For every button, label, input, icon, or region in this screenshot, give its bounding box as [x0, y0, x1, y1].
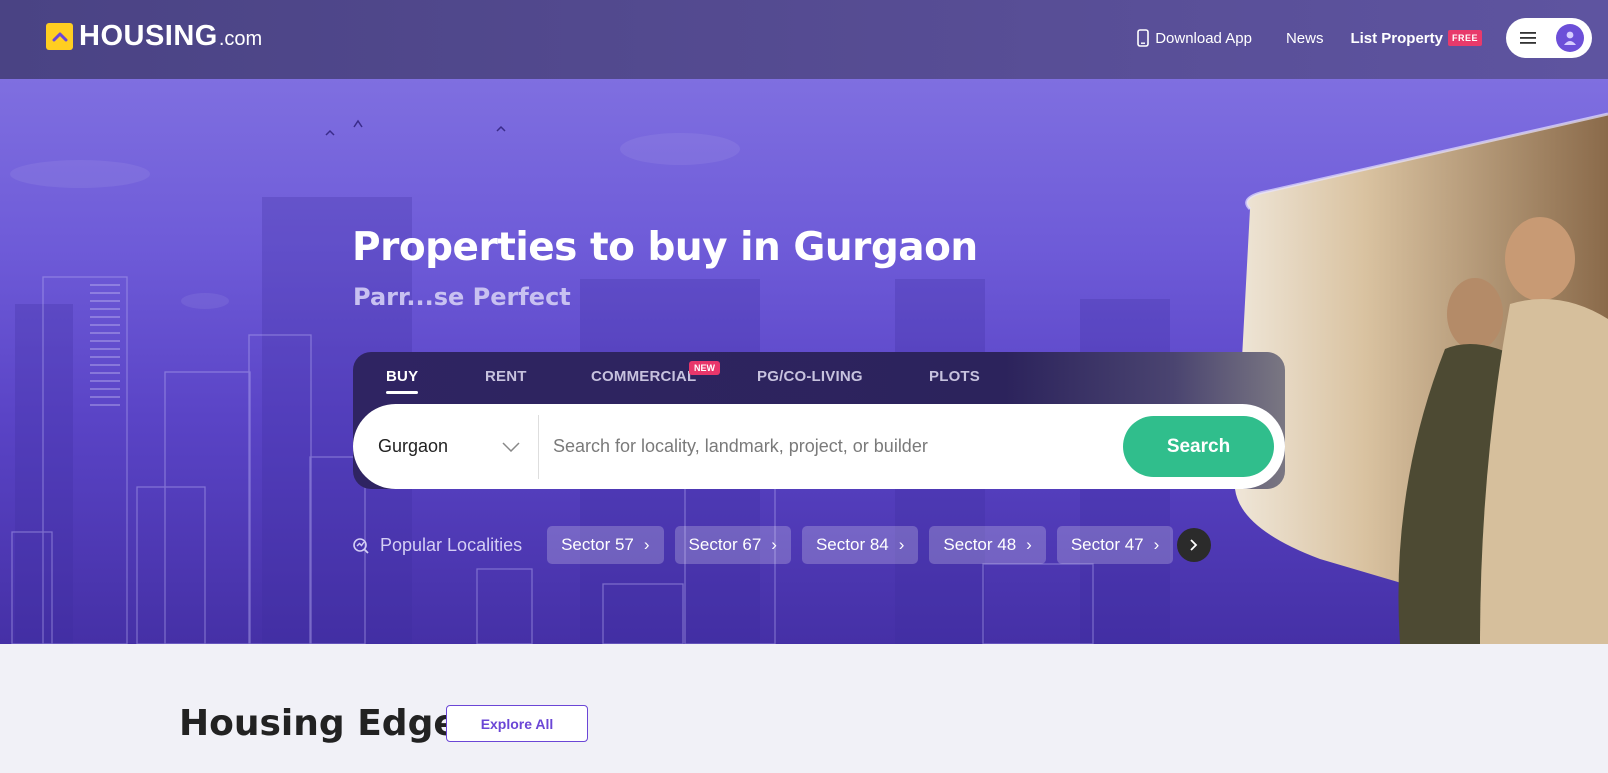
chevron-down-icon: [502, 441, 520, 452]
user-menu-button[interactable]: [1506, 18, 1592, 58]
search-input[interactable]: [539, 416, 1123, 477]
property-type-tabs: BUY RENT COMMERCIAL NEW PG/CO-LIVING PLO…: [353, 352, 1285, 404]
locality-chip[interactable]: Sector 84 ›: [801, 526, 919, 564]
tab-plots[interactable]: PLOTS: [929, 368, 980, 385]
locality-chip-label: Sector 84: [815, 535, 889, 554]
news-link[interactable]: News: [1286, 30, 1324, 47]
locality-chip[interactable]: Sector 48 ›: [929, 526, 1046, 564]
chevron-right-icon: [1190, 539, 1198, 551]
couple-photo: [1235, 112, 1608, 644]
free-badge: FREE: [1447, 30, 1482, 46]
hero-subtitle: Parr...se Perfect: [353, 283, 571, 311]
localities-next-button[interactable]: [1177, 528, 1212, 562]
locality-chip-label: Sector 48: [943, 535, 1017, 554]
top-navbar: HOUSING .com Download App News List Prop…: [0, 0, 1608, 79]
popular-localities-label: Popular Localities: [352, 535, 522, 556]
header-nav: Download App News List Property FREE: [1137, 18, 1592, 58]
locality-chip-label: Sector 67: [688, 535, 762, 554]
locality-chip[interactable]: Sector 47 ›: [1056, 526, 1174, 564]
popular-label-text: Popular Localities: [380, 534, 523, 555]
list-property-label: List Property: [1350, 29, 1443, 47]
chevron-right-icon: ›: [1153, 535, 1160, 554]
phone-icon: [1137, 29, 1149, 47]
hero-title: Properties to buy in Gurgaon: [352, 225, 978, 270]
chevron-right-icon: ›: [771, 535, 777, 554]
tab-commercial[interactable]: COMMERCIAL: [591, 368, 696, 385]
city-dropdown-value: Gurgaon: [378, 436, 449, 456]
locality-chip[interactable]: Sector 57 ›: [547, 526, 664, 564]
tab-buy[interactable]: BUY: [386, 368, 419, 394]
search-panel: BUY RENT COMMERCIAL NEW PG/CO-LIVING PLO…: [353, 352, 1285, 489]
explore-all-button[interactable]: Explore All: [446, 705, 588, 742]
chevron-right-icon: ›: [898, 535, 905, 554]
tab-rent[interactable]: RENT: [485, 368, 527, 385]
chevron-right-icon: ›: [1026, 535, 1032, 554]
edge-title-bold: Edge: [357, 703, 458, 744]
edge-title-regular: Housing: [179, 703, 345, 744]
hamburger-icon: [1520, 32, 1536, 44]
logo-text: HOUSING: [79, 20, 218, 52]
list-property-link[interactable]: List Property FREE: [1350, 30, 1482, 47]
search-bar: Gurgaon Search: [353, 404, 1285, 489]
housing-logo[interactable]: HOUSING .com: [46, 22, 262, 51]
new-badge: NEW: [689, 361, 720, 375]
popular-localities: Popular Localities Sector 57 › Sector 67 ›…: [352, 526, 1212, 564]
logo-suffix: .com: [218, 28, 263, 50]
locality-chip-label: Sector 47: [1070, 535, 1144, 554]
avatar: [1556, 24, 1584, 52]
hero-section: Properties to buy in Gurgaon Parr...se P…: [0, 79, 1608, 644]
tab-pg-co-living[interactable]: PG/CO-LIVING: [757, 368, 863, 385]
search-button[interactable]: Search: [1123, 416, 1274, 477]
locality-chip[interactable]: Sector 67 ›: [674, 526, 791, 564]
city-dropdown[interactable]: Gurgaon: [353, 414, 539, 479]
trending-search-icon: [352, 536, 370, 554]
download-app-link[interactable]: Download App: [1137, 29, 1252, 47]
download-app-label: Download App: [1155, 29, 1252, 47]
housing-edge-title: Housing Edge: [179, 703, 458, 744]
logo-chevron-icon: [46, 23, 73, 50]
chevron-right-icon: ›: [643, 535, 650, 554]
locality-chip-label: Sector 57: [561, 535, 634, 554]
